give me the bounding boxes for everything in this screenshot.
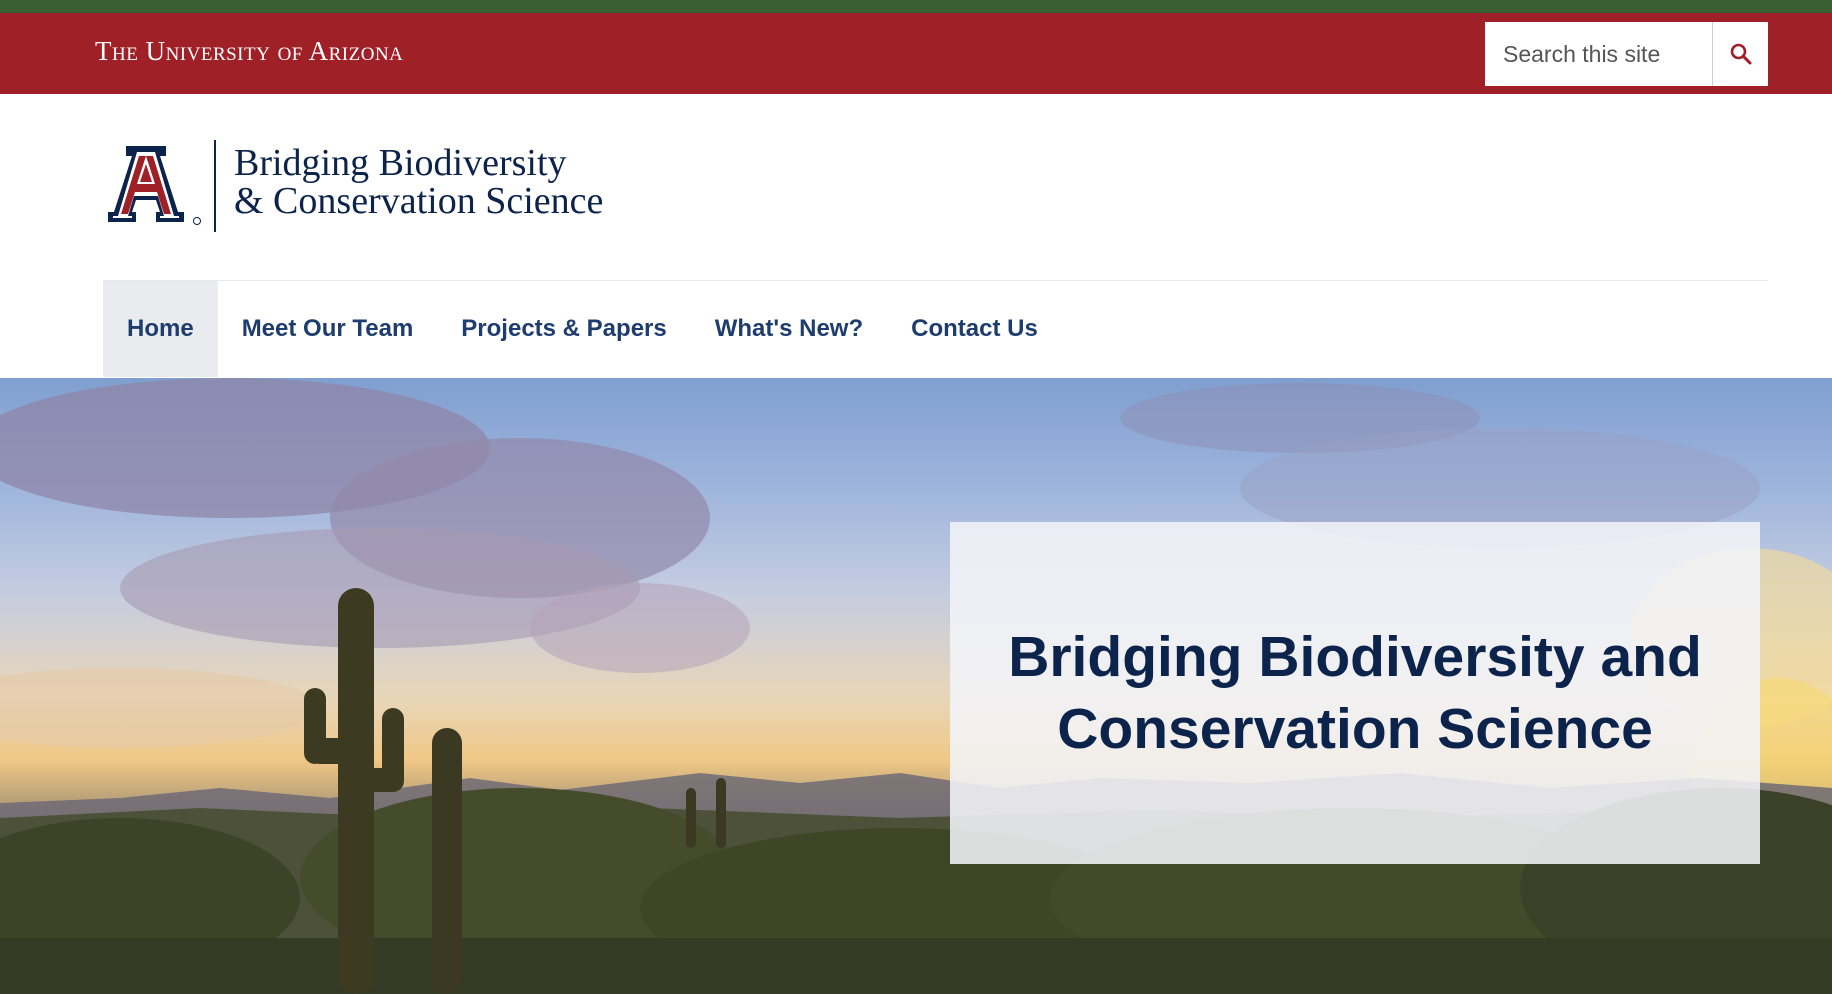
brand-divider bbox=[214, 140, 216, 232]
search-input[interactable] bbox=[1485, 22, 1712, 86]
site-title-line2: & Conservation Science bbox=[234, 180, 604, 222]
search-button[interactable] bbox=[1713, 22, 1768, 86]
site-title-line1: Bridging Biodiversity bbox=[234, 142, 567, 184]
hero-banner: Bridging Biodiversity and Conservation S… bbox=[0, 378, 1832, 994]
nav-item-meet-our-team[interactable]: Meet Our Team bbox=[218, 281, 438, 377]
nav-item-whats-new[interactable]: What's New? bbox=[691, 281, 887, 377]
site-brand-link[interactable]: Bridging Biodiversity & Conservation Sci… bbox=[104, 138, 644, 234]
search-icon bbox=[1730, 43, 1751, 65]
university-wordmark-link[interactable]: The University of Arizona bbox=[95, 36, 403, 66]
nav-item-contact-us[interactable]: Contact Us bbox=[887, 281, 1062, 377]
site-search bbox=[1485, 22, 1768, 86]
hero-title-card: Bridging Biodiversity and Conservation S… bbox=[950, 522, 1760, 864]
hero-title: Bridging Biodiversity and Conservation S… bbox=[1008, 625, 1702, 761]
site-title: Bridging Biodiversity & Conservation Sci… bbox=[234, 144, 603, 220]
nav-item-projects-papers[interactable]: Projects & Papers bbox=[437, 281, 690, 377]
top-accent-strip bbox=[0, 0, 1832, 13]
nav-item-home[interactable]: Home bbox=[103, 281, 218, 377]
main-nav: Home Meet Our Team Projects & Papers Wha… bbox=[103, 281, 1062, 377]
university-block-a-logo bbox=[108, 146, 201, 225]
